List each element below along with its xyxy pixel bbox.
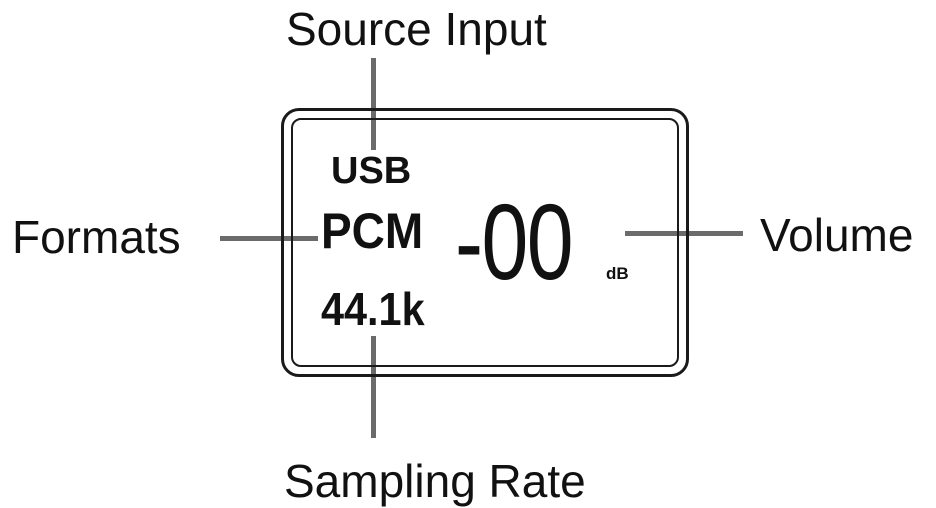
formats-label: Formats xyxy=(12,211,181,263)
source-readout: USB xyxy=(331,150,412,192)
volume-readout: -00 xyxy=(455,181,574,302)
volume-label: Volume xyxy=(760,209,914,261)
format-readout: PCM xyxy=(321,203,424,259)
volume-unit-readout: dB xyxy=(606,264,629,283)
sampling-rate-label: Sampling Rate xyxy=(284,455,586,507)
source-input-label: Source Input xyxy=(286,3,547,55)
sample-rate-readout: 44.1k xyxy=(321,283,425,335)
